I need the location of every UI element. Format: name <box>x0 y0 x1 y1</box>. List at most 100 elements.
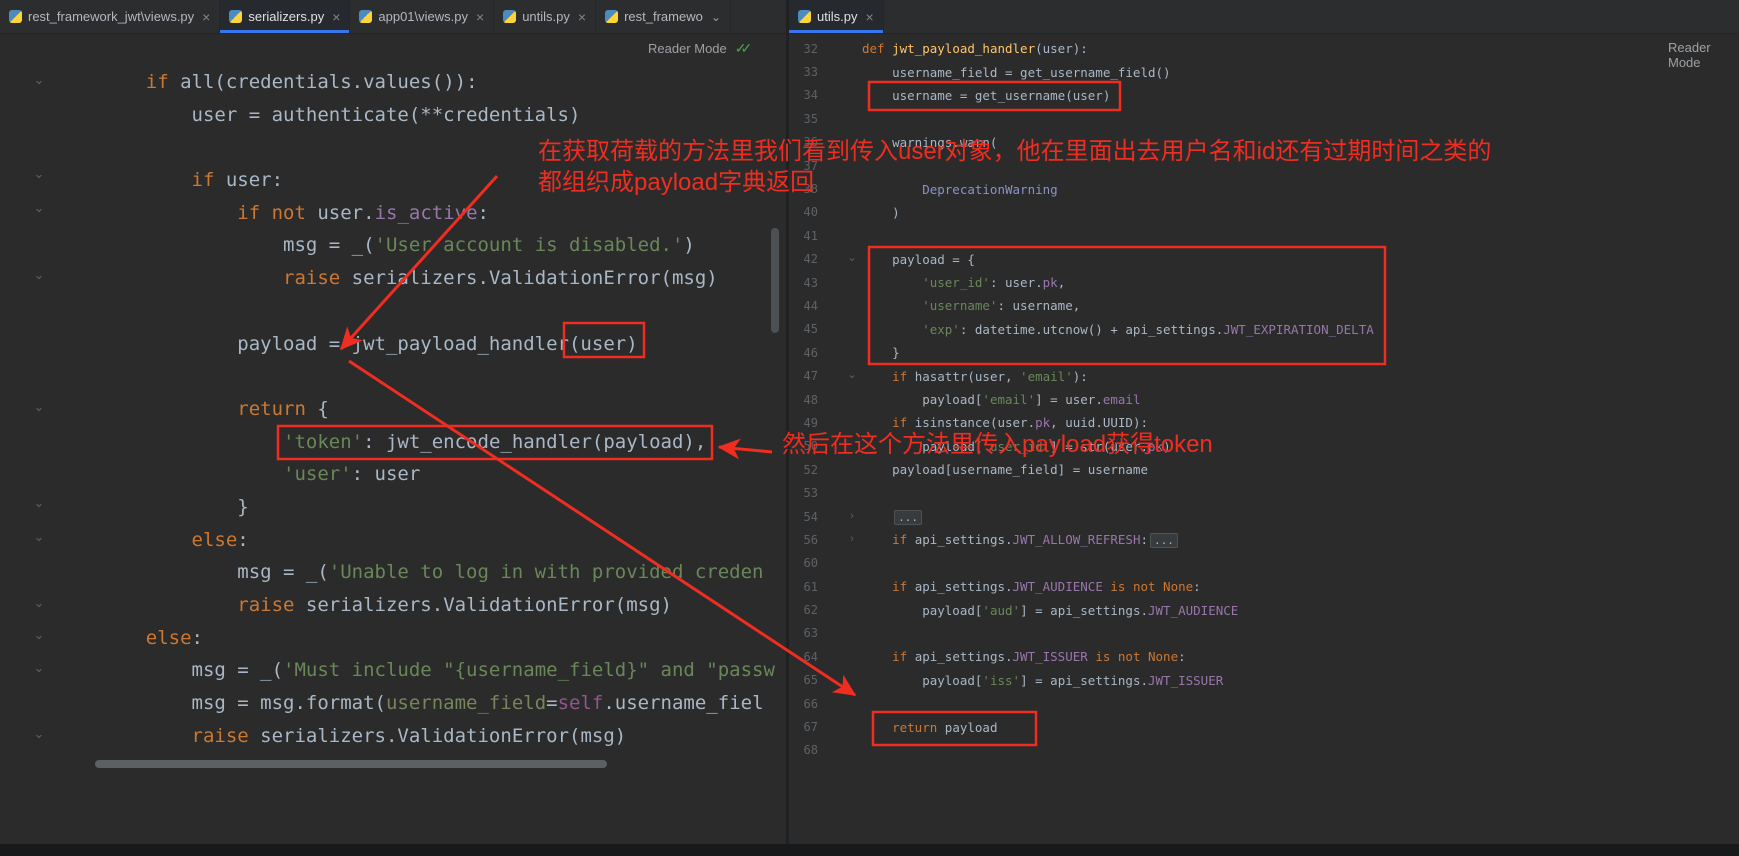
fold-marker-icon[interactable]: ⌄ <box>30 493 48 513</box>
code-token: : datetime.utcnow() + api_settings. <box>959 321 1224 337</box>
code-token: ... <box>894 510 922 525</box>
right-fold-gutter[interactable]: ⌄ ⌄ › › <box>843 34 859 844</box>
fold-marker-icon[interactable]: ⌄ <box>30 265 48 285</box>
code-token: payload[username_field] = username <box>862 462 1148 478</box>
code-token: (user): <box>1035 41 1088 57</box>
tab-close-icon[interactable]: × <box>865 10 873 24</box>
code-token: username_field <box>385 692 547 715</box>
python-file-icon <box>229 10 243 23</box>
code-line: user = authenticate(**credentials) <box>100 99 775 132</box>
reader-mode-toggle-left[interactable]: Reader Mode ✓✓ <box>648 40 752 57</box>
code-token: DeprecationWarning <box>862 181 1058 197</box>
code-text: payload[username_field] = username <box>862 462 1148 477</box>
python-file-icon <box>605 10 619 23</box>
fold-marker-icon[interactable]: ⌄ <box>30 658 48 678</box>
tab-label: serializers.py <box>248 9 325 24</box>
tab-close-icon[interactable]: × <box>578 10 586 24</box>
editor-tab-rest-framewo[interactable]: rest_framewo ⌄ <box>596 0 731 33</box>
code-text: payload['email'] = user.email <box>862 392 1140 407</box>
fold-marker-icon[interactable]: › <box>843 506 861 526</box>
fold-marker-icon[interactable]: ⌄ <box>30 397 48 417</box>
line-number: 67 <box>803 720 818 735</box>
horizontal-scrollbar-thumb[interactable] <box>95 760 607 768</box>
code-token: 'email' <box>982 392 1036 408</box>
code-token: 'Must include "{username_field}" and "pa… <box>283 659 775 682</box>
code-token: JWT_ISSUER <box>1012 649 1088 665</box>
fold-marker-icon[interactable]: ⌄ <box>30 593 48 613</box>
editor-tab-app01-views.py[interactable]: app01\views.py × <box>350 0 495 33</box>
code-text: def jwt_payload_handler(user): <box>862 41 1088 56</box>
reader-mode-label: Reader Mode <box>1668 40 1711 70</box>
code-line: 52 payload[username_field] = username <box>789 458 1739 481</box>
fold-marker-icon[interactable]: ⌄ <box>30 164 48 184</box>
code-line: 64 if api_settings.JWT_ISSUER is not Non… <box>789 645 1739 668</box>
editor-tab-rest-framework-jwt-views.py[interactable]: rest_framework_jwt\views.py × <box>0 0 221 33</box>
code-text: 'exp': datetime.utcnow() + api_settings.… <box>862 322 1374 337</box>
fold-marker-icon[interactable]: ⌄ <box>843 248 861 268</box>
code-token: pk <box>1035 415 1051 431</box>
line-number: 66 <box>803 696 818 711</box>
code-token: pk <box>1148 438 1164 454</box>
code-line: if all(credentials.values()): <box>100 66 775 99</box>
fold-marker-icon[interactable]: › <box>843 529 861 549</box>
code-line: 35 <box>789 107 1739 130</box>
tab-close-icon[interactable]: × <box>202 10 210 24</box>
code-token: JWT_EXPIRATION_DELTA <box>1223 321 1374 337</box>
line-number: 35 <box>803 111 818 126</box>
line-number: 37 <box>803 158 818 173</box>
tab-label: rest_framewo <box>624 9 703 24</box>
code-token: : <box>191 626 203 649</box>
hidden-tabs-chevron-icon[interactable]: ⌄ <box>711 11 721 23</box>
fold-marker-icon[interactable]: ⌄ <box>30 70 48 90</box>
code-token: username_field = get_username_field() <box>862 64 1171 80</box>
fold-marker-icon[interactable]: ⌄ <box>30 527 48 547</box>
vertical-scrollbar-thumb[interactable] <box>771 228 779 333</box>
code-token: 'email' <box>1020 368 1073 384</box>
code-token: : <box>1193 579 1201 595</box>
right-editor-pane[interactable]: 32 def jwt_payload_handler(user): 33 usern… <box>789 34 1739 844</box>
code-token: ] = str(user. <box>1050 438 1148 454</box>
left-fold-gutter[interactable]: ⌄ ⌄ ⌄ ⌄ ⌄ ⌄ ⌄ ⌄ ⌄ ⌄ ⌄ <box>30 34 52 844</box>
code-text: if isinstance(user.pk, uuid.UUID): <box>862 415 1148 430</box>
line-number: 46 <box>803 345 818 360</box>
fold-marker-icon[interactable]: ⌄ <box>843 365 861 385</box>
code-token: serializers.ValidationError(msg) <box>351 267 718 290</box>
tab-close-icon[interactable]: × <box>332 10 340 24</box>
fold-marker-icon[interactable]: ⌄ <box>30 724 48 744</box>
line-number: 49 <box>803 415 818 430</box>
code-token: payload = jwt_payload_handler(user) <box>100 332 638 355</box>
code-line: raise serializers.ValidationError(msg) <box>100 589 775 622</box>
left-editor-pane[interactable]: ⌄ ⌄ ⌄ ⌄ ⌄ ⌄ ⌄ ⌄ ⌄ ⌄ ⌄ if all(credentials.values())… <box>0 34 786 844</box>
reader-mode-label: Reader Mode <box>648 41 727 56</box>
code-token: if <box>191 169 226 192</box>
window-bottom-edge <box>0 844 1739 856</box>
code-token: if <box>862 368 915 384</box>
line-number: 68 <box>803 743 818 758</box>
code-line: 50 payload['user_id'] = str(user.pk) <box>789 435 1739 458</box>
code-token: return <box>862 719 945 735</box>
code-token: JWT_ISSUER <box>1148 672 1224 688</box>
tab-close-icon[interactable]: × <box>476 10 484 24</box>
line-number: 61 <box>803 579 818 594</box>
tab-label: untils.py <box>522 9 570 24</box>
code-token: : jwt_encode_handler(payload), <box>363 430 707 453</box>
code-line: return { <box>100 393 775 426</box>
code-token: ) <box>683 234 695 257</box>
code-line: 45 'exp': datetime.utcnow() + api_settin… <box>789 318 1739 341</box>
reader-mode-toggle-right[interactable]: Reader Mode <box>1668 40 1739 70</box>
editor-tab-serializers.py[interactable]: serializers.py × <box>220 0 351 33</box>
code-line: 42 payload = { <box>789 248 1739 271</box>
code-token: 'aud' <box>982 602 1021 618</box>
fold-marker-icon[interactable]: ⌄ <box>30 625 48 645</box>
editor-tab-untils.py[interactable]: untils.py × <box>494 0 597 33</box>
code-line: 44 'username': username, <box>789 294 1739 317</box>
code-line: 54 ... <box>789 505 1739 528</box>
code-token: 'user_id' <box>982 438 1051 454</box>
editor-tab-utils.py[interactable]: utils.py × <box>789 0 884 33</box>
fold-marker-icon[interactable]: ⌄ <box>30 198 48 218</box>
